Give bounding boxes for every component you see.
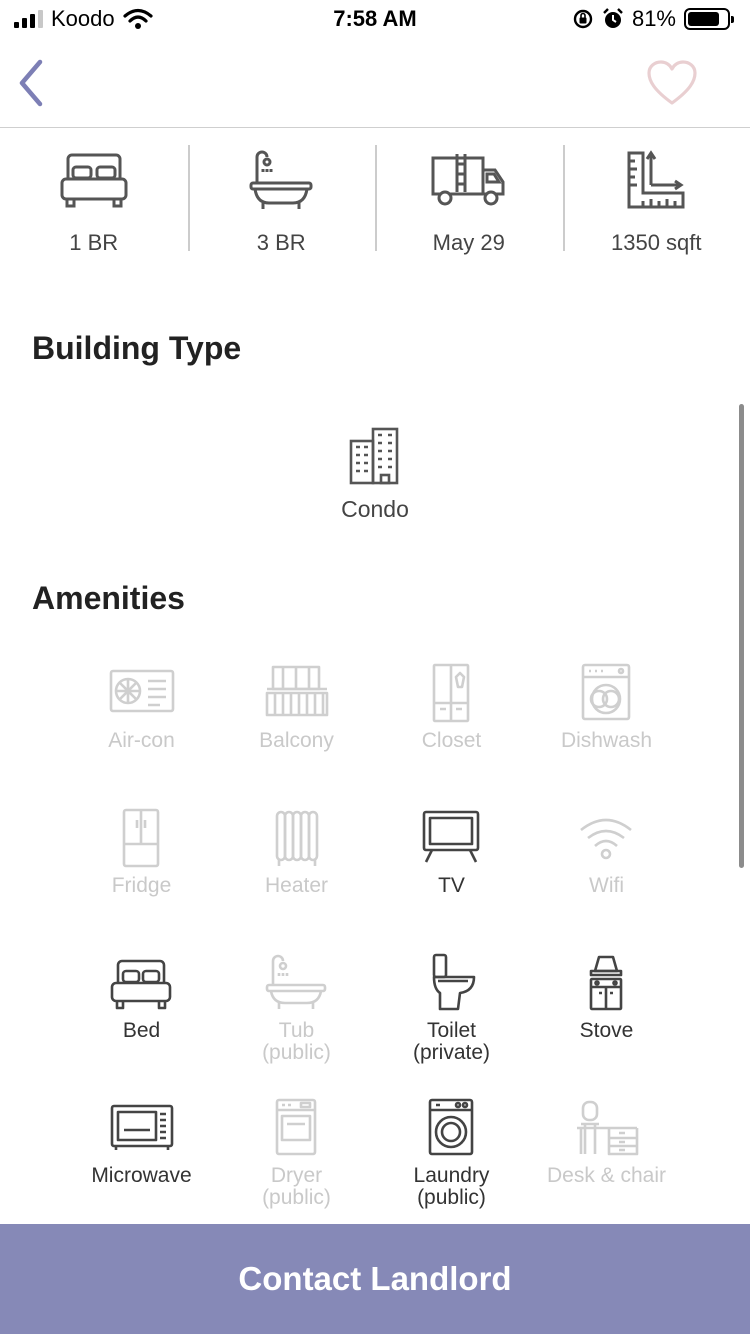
amenity-item: Heater: [219, 805, 374, 950]
stat-bathrooms-label: 3 BR: [256, 230, 306, 255]
dryer-icon: [263, 1095, 331, 1161]
wifi-icon: [573, 805, 641, 871]
amenities-grid: Air-con Balcony Closet Dishwash Fridge Heater…: [64, 660, 684, 1240]
amenity-item: Air-con: [64, 660, 219, 805]
amenity-label: Heater: [264, 874, 329, 897]
amenity-label: Bed: [122, 1019, 161, 1042]
bed-icon: [108, 950, 176, 1016]
battery-percent: 81%: [631, 6, 676, 31]
amenity-item: Closet: [374, 660, 529, 805]
amenity-label: Dryer (public): [262, 1164, 331, 1209]
fridge-icon: [108, 805, 176, 871]
stat-area: 1350 sqft: [562, 140, 750, 266]
bed-icon: [59, 140, 129, 220]
amenity-item: Stove: [529, 950, 684, 1095]
building-type-label: Condo: [341, 496, 409, 522]
amenity-label: Fridge: [111, 874, 172, 897]
amenity-label: Desk & chair: [546, 1164, 667, 1187]
status-right: 81%: [572, 6, 734, 32]
back-button[interactable]: [10, 54, 58, 112]
amenity-label: Stove: [579, 1019, 634, 1042]
amenity-label: Toilet (private): [412, 1019, 491, 1064]
heart-outline-icon: [647, 60, 697, 105]
building-type-title: Building Type: [32, 330, 242, 366]
wifi-status-icon: [123, 8, 153, 29]
scrollbar[interactable]: [739, 404, 744, 868]
amenity-item: Desk & chair: [529, 1095, 684, 1240]
status-left: Koodo: [14, 6, 153, 32]
amenity-label: Wifi: [589, 874, 624, 897]
building-type: Condo: [0, 425, 750, 523]
condo-building-icon: [349, 425, 401, 490]
chevron-left-icon: [19, 59, 43, 107]
tv-icon: [418, 805, 486, 871]
amenity-label: Balcony: [259, 729, 334, 752]
amenity-item: Tub (public): [219, 950, 374, 1095]
amenity-item: Microwave: [64, 1095, 219, 1240]
aircon-icon: [108, 660, 176, 726]
amenity-item: Laundry (public): [374, 1095, 529, 1240]
stat-move-in: May 29: [375, 140, 563, 266]
amenity-item: Fridge: [64, 805, 219, 950]
stat-area-label: 1350 sqft: [610, 230, 702, 255]
contact-landlord-button[interactable]: Contact Landlord: [0, 1224, 750, 1334]
amenity-item: Balcony: [219, 660, 374, 805]
amenity-item: Wifi: [529, 805, 684, 950]
amenity-label: Air-con: [108, 729, 175, 752]
favorite-button[interactable]: [646, 58, 698, 110]
stove-icon: [573, 950, 641, 1016]
amenity-label: Closet: [421, 729, 482, 752]
amenity-item: Dishwash: [529, 660, 684, 805]
desk-chair-icon: [573, 1095, 641, 1161]
carrier-name: Koodo: [51, 6, 115, 31]
stat-bedrooms-label: 1 BR: [69, 230, 119, 255]
amenity-label: Microwave: [91, 1164, 192, 1187]
amenity-item: TV: [374, 805, 529, 950]
stat-bathrooms: 3 BR: [187, 140, 376, 266]
amenities-title: Amenities: [32, 580, 185, 616]
amenity-label: Tub (public): [262, 1019, 331, 1064]
nav-bar: [0, 40, 750, 128]
stat-move-in-label: May 29: [432, 230, 505, 255]
amenity-label: TV: [438, 874, 465, 897]
alarm-icon: [603, 8, 623, 28]
toilet-icon: [418, 950, 486, 1016]
balcony-icon: [263, 660, 331, 726]
amenity-item: Dryer (public): [219, 1095, 374, 1240]
closet-icon: [418, 660, 486, 726]
amenity-item: Bed: [64, 950, 219, 1095]
listing-stats: 1 BR 3 BR May 29 1350 sqft: [0, 140, 750, 266]
status-bar: Koodo 7:58 AM 81%: [0, 0, 750, 40]
dishwasher-icon: [573, 660, 641, 726]
amenity-label: Laundry (public): [413, 1164, 490, 1209]
amenity-item: Toilet (private): [374, 950, 529, 1095]
bathtub-icon: [249, 140, 313, 220]
microwave-icon: [108, 1095, 176, 1161]
battery-icon: [684, 8, 734, 30]
battery-fill: [688, 12, 719, 26]
rotation-lock-icon: [573, 9, 593, 29]
moving-truck-icon: [431, 140, 507, 220]
laundry-icon: [418, 1095, 486, 1161]
cellular-signal-icon: [14, 10, 43, 28]
amenity-label: Dishwash: [560, 729, 653, 752]
stat-bedrooms: 1 BR: [0, 140, 188, 266]
heater-icon: [263, 805, 331, 871]
area-ruler-icon: [625, 140, 687, 220]
bathtub-icon: [263, 950, 331, 1016]
